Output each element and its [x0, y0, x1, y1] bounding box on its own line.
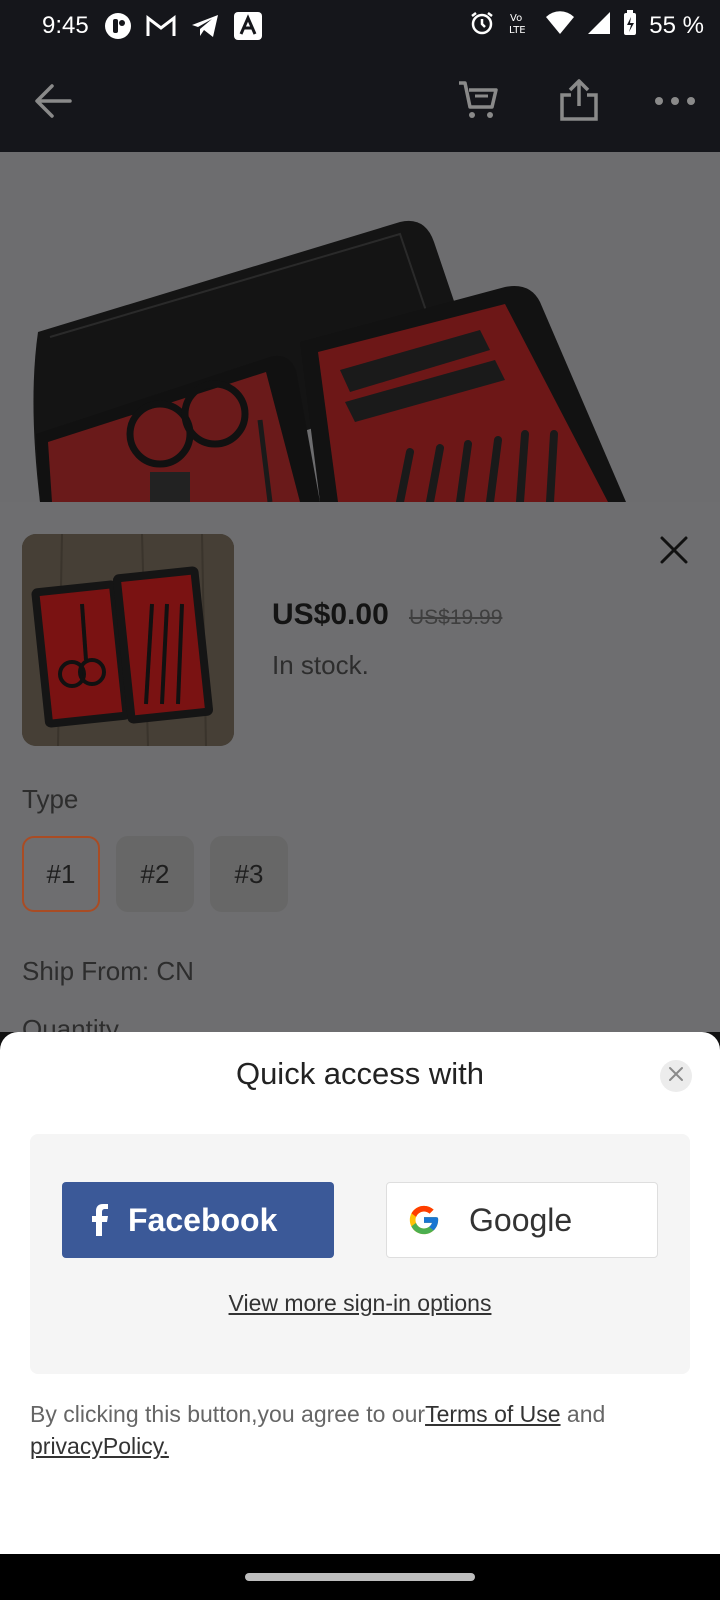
- type-option-1[interactable]: #1: [22, 836, 100, 912]
- wifi-icon: [545, 11, 575, 40]
- sku-panel: US$0.00 US$19.99 In stock. Type #1 #2 #3…: [0, 502, 720, 1044]
- svg-text:Vo: Vo: [510, 13, 522, 24]
- cart-icon[interactable]: [456, 78, 502, 129]
- google-button-label: Google: [469, 1201, 573, 1238]
- sheet-title: Quick access with: [235, 1056, 485, 1091]
- stock-status: In stock.: [272, 650, 369, 680]
- facebook-icon: [90, 1204, 108, 1236]
- view-more-sign-in-link[interactable]: View more sign-in options: [30, 1290, 690, 1317]
- terms-of-use-link[interactable]: Terms of Use: [425, 1401, 560, 1427]
- legal-text: By clicking this button,you agree to our: [30, 1401, 426, 1427]
- telegram-icon: [190, 13, 220, 44]
- type-option-3[interactable]: #3: [210, 836, 288, 912]
- facebook-button[interactable]: Facebook: [62, 1182, 334, 1258]
- type-option-2[interactable]: #2: [116, 836, 194, 912]
- facebook-button-label: Facebook: [128, 1201, 278, 1238]
- original-price: US$19.99: [409, 606, 503, 629]
- battery-percent: 55 %: [649, 11, 704, 39]
- close-icon: [668, 1066, 684, 1087]
- status-left-icons: [104, 12, 262, 45]
- battery-icon: [623, 10, 637, 41]
- signal-icon: [587, 11, 611, 40]
- product-hero-image: [0, 152, 720, 502]
- google-icon: [407, 1203, 441, 1237]
- alarm-icon: [469, 10, 495, 41]
- google-button[interactable]: Google: [386, 1182, 658, 1258]
- type-label: Type: [22, 784, 79, 814]
- volte-icon: Vo LTE: [507, 10, 533, 41]
- system-nav-bar: [0, 1554, 720, 1600]
- more-icon[interactable]: [652, 78, 698, 129]
- back-arrow-icon[interactable]: [30, 78, 76, 129]
- status-bar: 9:45 Vo LTE 55 %: [0, 0, 720, 54]
- sign-in-card: Facebook Google View more sign-in option…: [30, 1134, 690, 1374]
- sheet-close-button[interactable]: [660, 1060, 692, 1092]
- legal-and: and: [560, 1401, 606, 1427]
- status-time: 9:45: [42, 12, 89, 39]
- svg-text:LTE: LTE: [509, 25, 526, 36]
- legal-notice: By clicking this button,you agree to our…: [30, 1398, 690, 1462]
- status-right-icons: Vo LTE 55 %: [469, 10, 704, 41]
- app-bar: [0, 54, 720, 152]
- close-icon[interactable]: [656, 532, 692, 568]
- gmail-icon: [146, 14, 176, 43]
- quick-access-sheet: Quick access with Facebook Google View m…: [0, 1032, 720, 1554]
- product-thumbnail: [22, 534, 234, 746]
- app-a-icon: [234, 12, 262, 45]
- privacy-policy-link[interactable]: privacyPolicy.: [30, 1433, 169, 1459]
- share-icon[interactable]: [556, 78, 602, 129]
- home-gesture-handle[interactable]: [245, 1573, 475, 1581]
- notification-app-icon: [104, 12, 132, 45]
- product-price: US$0.00: [272, 598, 389, 631]
- ship-from: Ship From: CN: [22, 956, 194, 986]
